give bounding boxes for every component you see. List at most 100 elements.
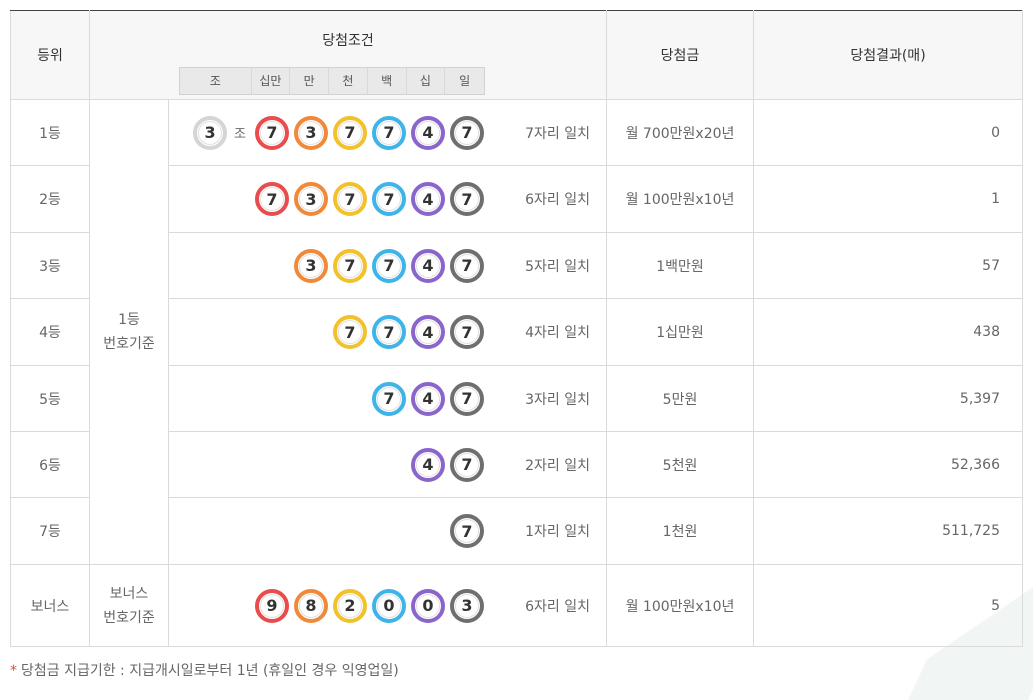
header-rank: 등위 (10, 10, 90, 100)
rank-cell: 7등 (10, 497, 90, 565)
number-ball: 7 (333, 182, 367, 216)
match-text: 2자리 일치 (525, 457, 590, 474)
number-ball: 0 (411, 588, 445, 623)
match-text: 3자리 일치 (525, 391, 590, 408)
place-value-row: 조 십만 만 천 백 십 일 (179, 67, 485, 95)
place-jo: 조 (180, 68, 252, 94)
rank-cell: 보너스 (10, 564, 90, 647)
number-ball: 7 (372, 115, 406, 150)
condition-cell: 7747 4자리 일치 (168, 298, 607, 366)
place-man: 만 (290, 68, 330, 94)
table-row-bonus: 보너스 보너스 번호기준 982003 6자리 일치 월 100만원x10년 5 (10, 564, 1023, 647)
rank-cell: 5등 (10, 365, 90, 432)
number-ball: 8 (294, 588, 328, 623)
basis-main-line2: 번호기준 (103, 336, 155, 352)
number-ball: 7 (372, 381, 406, 416)
number-ball: 7 (450, 514, 484, 548)
rank-cell: 3등 (10, 232, 90, 299)
prize-cell: 1천원 (606, 497, 754, 565)
number-ball: 4 (411, 115, 445, 150)
rank-cell: 1등 (10, 99, 90, 166)
count-cell: 511,725 (753, 497, 1023, 565)
number-ball: 7 (450, 315, 484, 349)
number-ball: 4 (411, 182, 445, 216)
place-il: 일 (459, 74, 471, 88)
footnote-star: * (10, 663, 17, 679)
prize-cell: 월 100만원x10년 (606, 564, 754, 647)
number-ball: 7 (372, 315, 406, 349)
header-prize: 당첨금 (606, 10, 754, 100)
count-cell: 57 (753, 232, 1023, 299)
number-ball: 7 (255, 115, 289, 150)
number-ball: 2 (333, 588, 367, 623)
match-text: 1자리 일치 (525, 524, 590, 540)
condition-cell: 737747 6자리 일치 (168, 165, 607, 233)
condition-cell: 7 1자리 일치 (168, 497, 607, 565)
number-ball: 7 (333, 115, 367, 150)
count-cell: 438 (753, 298, 1023, 366)
count-cell: 5,397 (753, 365, 1023, 432)
match-text: 6자리 일치 (525, 192, 590, 208)
number-ball: 7 (450, 248, 484, 283)
prize-table: 등위 당첨조건 조 십만 만 천 백 십 일 당첨금 당첨결과(매) 1등 1등… (10, 10, 1023, 647)
place-cheon: 천 (329, 68, 368, 94)
footnote: * 당첨금 지급기한 : 지급개시일로부터 1년 (휴일인 경우 익영업일) (10, 660, 399, 680)
number-ball: 4 (411, 248, 445, 283)
count-cell: 1 (753, 165, 1023, 233)
number-ball: 3 (294, 115, 328, 150)
prize-cell: 월 700만원x20년 (606, 99, 754, 166)
condition-cell: 3 조 737747 7자리 일치 (168, 99, 607, 166)
number-ball: 7 (450, 381, 484, 416)
place-sip: 십 (407, 68, 446, 94)
number-ball: 3 (294, 182, 328, 216)
table-row: 1등 1등 번호기준 3 조 737747 7자리 일치 월 700만원x20년… (10, 99, 1023, 565)
prize-cell: 1백만원 (606, 232, 754, 299)
rank-cell: 2등 (10, 165, 90, 233)
count-cell: 52,366 (753, 431, 1023, 498)
number-ball: 0 (372, 588, 406, 623)
condition-cell: 747 3자리 일치 (168, 365, 607, 432)
count-cell: 0 (753, 99, 1023, 166)
number-ball: 7 (372, 182, 406, 216)
jo-label: 조 (234, 127, 246, 142)
prize-cell: 5천원 (606, 431, 754, 498)
condition-cell: 982003 6자리 일치 (168, 564, 607, 647)
match-text: 7자리 일치 (525, 125, 590, 142)
footnote-text: 당첨금 지급기한 : 지급개시일로부터 1년 (휴일인 경우 익영업일) (21, 663, 399, 679)
number-ball: 7 (450, 182, 484, 216)
match-text: 6자리 일치 (525, 598, 590, 615)
number-ball: 7 (333, 248, 367, 283)
number-ball: 4 (411, 381, 445, 416)
rank-cell: 6등 (10, 431, 90, 498)
basis-main-cell: 1등 번호기준 (89, 99, 169, 565)
number-ball: 4 (411, 447, 445, 482)
number-ball: 7 (450, 115, 484, 150)
number-ball: 7 (372, 248, 406, 283)
place-sipman: 십만 (252, 68, 291, 94)
prize-cell: 월 100만원x10년 (606, 165, 754, 233)
place-baek: 백 (368, 68, 407, 94)
basis-bonus-cell: 보너스 번호기준 (89, 564, 169, 647)
number-ball: 4 (411, 315, 445, 349)
number-ball: 3 (450, 588, 484, 623)
number-ball: 3 (294, 248, 328, 283)
number-ball: 7 (255, 182, 289, 216)
match-text: 5자리 일치 (525, 258, 590, 275)
number-ball: 9 (255, 588, 289, 623)
basis-main-line1: 1등 (118, 312, 140, 328)
condition-cell: 47 2자리 일치 (168, 431, 607, 498)
rank-cell: 4등 (10, 298, 90, 366)
header-condition-title: 당첨조건 (322, 33, 374, 49)
header-result: 당첨결과(매) (753, 10, 1023, 100)
number-ball: 7 (450, 447, 484, 482)
number-ball: 7 (333, 315, 367, 349)
prize-cell: 5만원 (606, 365, 754, 432)
basis-bonus-line2: 번호기준 (103, 609, 155, 626)
prize-cell: 1십만원 (606, 298, 754, 366)
count-cell: 5 (753, 564, 1023, 647)
header-condition: 당첨조건 조 십만 만 천 백 십 일 (89, 10, 607, 100)
condition-cell: 37747 5자리 일치 (168, 232, 607, 299)
match-text: 4자리 일치 (525, 325, 590, 341)
basis-bonus-line1: 보너스 (109, 585, 149, 602)
jo-ball: 3 (193, 115, 228, 150)
